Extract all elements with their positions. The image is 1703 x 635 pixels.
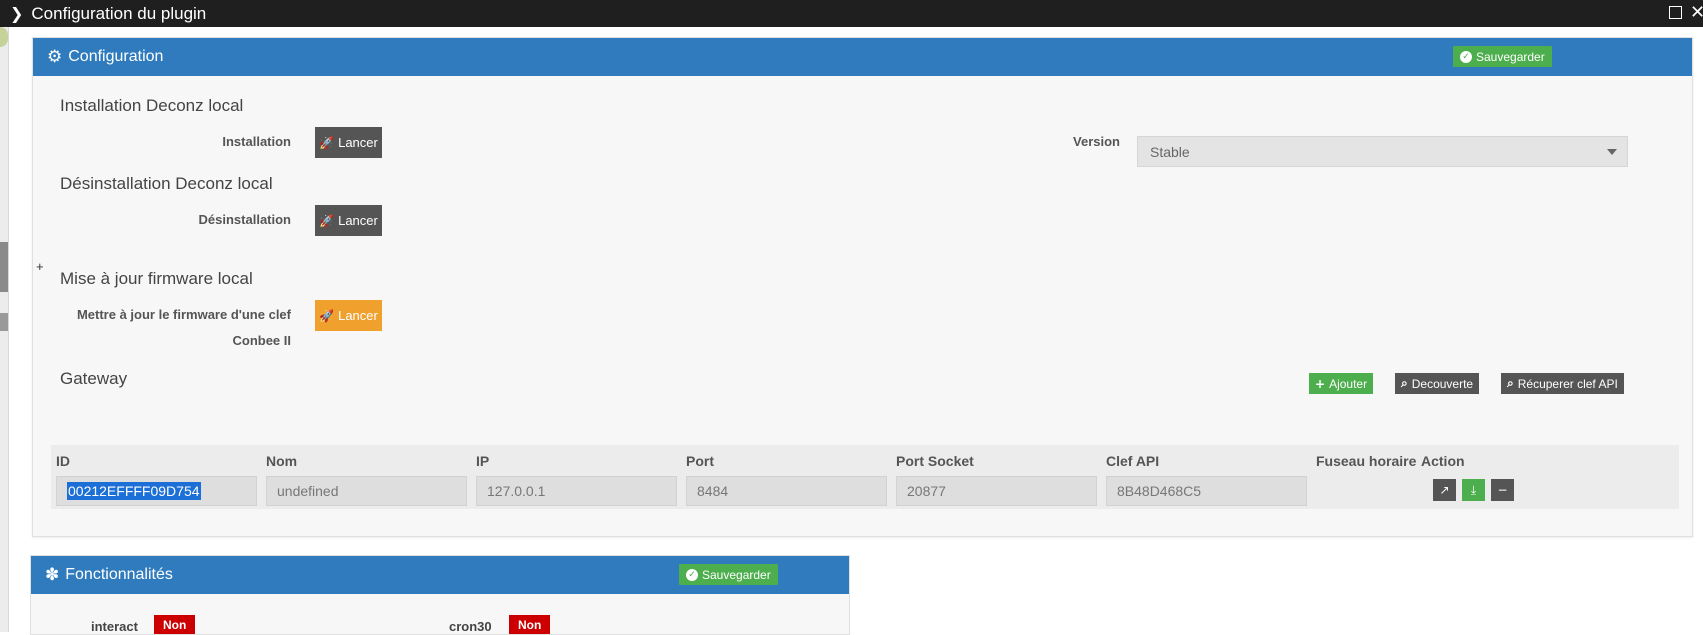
chevron-right-icon[interactable]: ❯ <box>10 4 23 23</box>
add-gateway-label: Ajouter <box>1329 376 1368 391</box>
column-header-fuseau-horaire: Fuseau horaire <box>1316 453 1417 469</box>
remove-gateway-button[interactable]: − <box>1491 479 1514 501</box>
column-header-port-socket: Port Socket <box>896 453 974 469</box>
uninstall-label: Désinstallation <box>198 212 291 227</box>
search-icon: ⌕ <box>1401 376 1408 390</box>
install-launch-label: Lancer <box>338 135 378 150</box>
puzzle-icon: ✽ <box>45 565 60 585</box>
features-panel-title: Fonctionnalités <box>65 566 173 583</box>
search-icon: ⌕ <box>1507 376 1514 390</box>
configuration-panel: ⚙ Configuration ✓ Sauvegarder Installati… <box>32 37 1693 537</box>
add-gateway-button[interactable]: + Ajouter <box>1309 373 1374 394</box>
background-block <box>0 242 8 292</box>
feature-toggle-cron30[interactable]: Non <box>509 615 551 634</box>
plus-text: + <box>36 259 44 274</box>
download-icon: ⤓ <box>1470 482 1477 497</box>
save-button-label: Sauvegarder <box>1476 49 1545 64</box>
version-select-value: Stable <box>1150 143 1190 160</box>
column-header-ip: IP <box>476 453 490 469</box>
configuration-panel-title: Configuration <box>68 48 164 65</box>
gateway-port-socket-value: 20877 <box>907 483 946 499</box>
maximize-icon[interactable] <box>1669 6 1682 19</box>
column-header-action: Action <box>1421 453 1465 469</box>
background-avatar <box>0 27 8 47</box>
feature-toggle-interact[interactable]: Non <box>154 615 196 634</box>
column-header-clef-api: Clef API <box>1106 453 1160 469</box>
close-icon[interactable]: ✕ <box>1690 2 1703 23</box>
check-circle-icon: ✓ <box>686 568 698 581</box>
firmware-launch-button[interactable]: 🚀 Lancer <box>315 300 382 331</box>
gateway-clef-api-field[interactable]: 8B48D468C5 <box>1106 476 1307 506</box>
window-title: Configuration du plugin <box>31 3 207 23</box>
chevron-down-icon <box>1607 149 1617 155</box>
uninstall-launch-button[interactable]: 🚀 Lancer <box>315 205 382 236</box>
version-select[interactable]: Stable <box>1137 136 1628 167</box>
uninstall-launch-label: Lancer <box>338 213 378 228</box>
window-titlebar: ❯ Configuration du plugin ✕ <box>0 0 1703 27</box>
install-label: Installation <box>222 134 291 149</box>
features-panel-header: ✽ Fonctionnalités ✓ Sauvegarder <box>31 556 849 594</box>
rocket-icon: 🚀 <box>319 213 335 228</box>
plus-icon: + <box>1315 376 1326 391</box>
gateway-table: ID Nom IP Port Port Socket Clef API Fuse… <box>51 445 1679 509</box>
features-panel: ✽ Fonctionnalités ✓ Sauvegarder interact… <box>30 555 850 635</box>
save-button[interactable]: ✓ Sauvegarder <box>1453 46 1552 67</box>
install-launch-button[interactable]: 🚀 Lancer <box>315 127 382 158</box>
background-block <box>0 313 8 331</box>
install-section-title: Installation Deconz local <box>60 96 244 115</box>
external-link-icon: ↗ <box>1439 483 1450 497</box>
gateway-nom-value: undefined <box>277 483 339 499</box>
get-api-key-button[interactable]: ⌕ Récuperer clef API <box>1501 373 1624 394</box>
minus-icon: − <box>1497 483 1508 497</box>
firmware-label-line1: Mettre à jour le firmware d'une clef <box>76 307 291 322</box>
features-save-label: Sauvegarder <box>702 567 771 582</box>
get-api-key-label: Récuperer clef API <box>1517 376 1618 391</box>
column-header-nom: Nom <box>266 453 298 469</box>
gateway-ip-field[interactable]: 127.0.0.1 <box>476 476 677 506</box>
cogs-icon: ⚙ <box>47 47 63 67</box>
gateway-port-socket-field[interactable]: 20877 <box>896 476 1097 506</box>
gateway-port-field[interactable]: 8484 <box>686 476 887 506</box>
column-header-id: ID <box>56 453 70 469</box>
gateway-id-field[interactable]: 00212EFFFF09D754 <box>56 476 257 506</box>
features-save-button[interactable]: ✓ Sauvegarder <box>679 564 778 585</box>
rocket-icon: 🚀 <box>319 308 335 323</box>
uninstall-section-title: Désinstallation Deconz local <box>60 174 273 193</box>
gateway-port-value: 8484 <box>697 483 729 499</box>
gateway-section-title: Gateway <box>60 369 128 388</box>
download-button[interactable]: ⤓ <box>1462 479 1485 501</box>
firmware-launch-label: Lancer <box>338 308 378 323</box>
rocket-icon: 🚀 <box>319 135 335 150</box>
gateway-id-value: 00212EFFFF09D754 <box>67 482 201 500</box>
gateway-ip-value: 127.0.0.1 <box>487 483 546 499</box>
version-label: Version <box>1073 134 1120 149</box>
check-circle-icon: ✓ <box>1460 50 1472 63</box>
firmware-section-title: Mise à jour firmware local <box>60 269 253 288</box>
column-header-port: Port <box>686 453 714 469</box>
configuration-panel-header: ⚙ Configuration ✓ Sauvegarder <box>33 38 1692 76</box>
discover-label: Decouverte <box>1411 376 1474 391</box>
discover-button[interactable]: ⌕ Decouverte <box>1395 373 1480 394</box>
firmware-label-line2: Conbee II <box>232 333 291 348</box>
background-sidebar <box>0 27 9 632</box>
gateway-nom-field[interactable]: undefined <box>266 476 467 506</box>
open-external-button[interactable]: ↗ <box>1433 479 1456 501</box>
gateway-clef-api-value: 8B48D468C5 <box>1117 483 1202 499</box>
